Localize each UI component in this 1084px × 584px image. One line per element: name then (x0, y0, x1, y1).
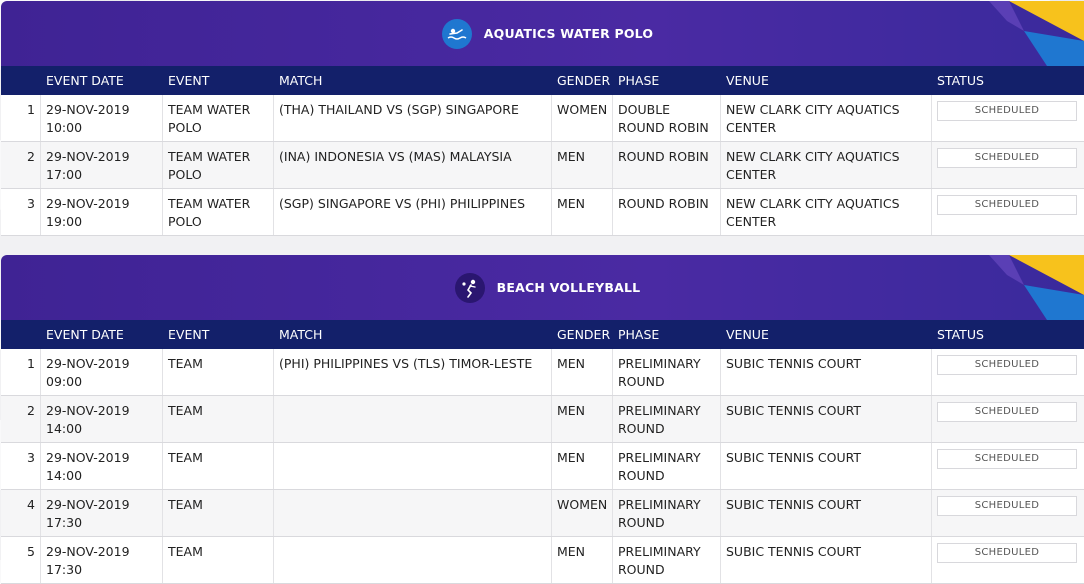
table-row[interactable]: 1 29-NOV-2019 10:00 TEAM WATER POLO (THA… (1, 95, 1084, 142)
event-date: 29-NOV-2019 17:00 (41, 142, 163, 188)
gender: MEN (552, 189, 613, 235)
event-name: TEAM WATER POLO (163, 95, 274, 141)
beach-volleyball-icon (454, 272, 485, 303)
row-number: 2 (1, 142, 41, 188)
event-name: TEAM (163, 349, 274, 395)
match[interactable]: (INA) INDONESIA VS (MAS) MALAYSIA (274, 142, 552, 188)
event-name: TEAM WATER POLO (163, 189, 274, 235)
section-header: BEACH VOLLEYBALL (1, 255, 1084, 320)
row-number: 3 (1, 443, 41, 489)
event-date: 29-NOV-2019 14:00 (41, 396, 163, 442)
status-badge: SCHEDULED (937, 195, 1077, 215)
table-header: EVENT DATE EVENT MATCH GENDER PHASE VENU… (1, 320, 1084, 349)
col-gender[interactable]: GENDER (552, 320, 613, 349)
venue: NEW CLARK CITY AQUATICS CENTER (721, 142, 932, 188)
gender: WOMEN (552, 490, 613, 536)
row-number: 1 (1, 95, 41, 141)
venue: SUBIC TENNIS COURT (721, 396, 932, 442)
venue: NEW CLARK CITY AQUATICS CENTER (721, 189, 932, 235)
col-match[interactable]: MATCH (274, 66, 552, 95)
match[interactable]: (THA) THAILAND VS (SGP) SINGAPORE (274, 95, 552, 141)
col-status[interactable]: STATUS (932, 320, 1084, 349)
row-number: 1 (1, 349, 41, 395)
table-row[interactable]: 2 29-NOV-2019 14:00 TEAM MEN PRELIMINARY… (1, 396, 1084, 443)
event-date: 29-NOV-2019 14:00 (41, 443, 163, 489)
venue: SUBIC TENNIS COURT (721, 490, 932, 536)
col-event-date[interactable]: EVENT DATE (41, 66, 163, 95)
section-aquatics-water-polo: AQUATICS WATER POLO EVENT DATE EVENT MAT… (1, 1, 1084, 236)
table-row[interactable]: 3 29-NOV-2019 14:00 TEAM MEN PRELIMINARY… (1, 443, 1084, 490)
col-phase[interactable]: PHASE (613, 66, 721, 95)
match[interactable] (274, 490, 552, 536)
event-name: TEAM (163, 537, 274, 583)
event-date: 29-NOV-2019 19:00 (41, 189, 163, 235)
status-badge: SCHEDULED (937, 496, 1077, 516)
row-number: 5 (1, 537, 41, 583)
phase: PRELIMINARY ROUND (613, 490, 721, 536)
col-gender[interactable]: GENDER (552, 66, 613, 95)
match[interactable] (274, 443, 552, 489)
phase: PRELIMINARY ROUND (613, 443, 721, 489)
event-name: TEAM (163, 490, 274, 536)
gender: MEN (552, 396, 613, 442)
gender: MEN (552, 443, 613, 489)
table-row[interactable]: 3 29-NOV-2019 19:00 TEAM WATER POLO (SGP… (1, 189, 1084, 236)
row-number: 3 (1, 189, 41, 235)
table-row[interactable]: 4 29-NOV-2019 17:30 TEAM WOMEN PRELIMINA… (1, 490, 1084, 537)
event-date: 29-NOV-2019 09:00 (41, 349, 163, 395)
table-header: EVENT DATE EVENT MATCH GENDER PHASE VENU… (1, 66, 1084, 95)
row-number: 2 (1, 396, 41, 442)
table-row[interactable]: 5 29-NOV-2019 17:30 TEAM MEN PRELIMINARY… (1, 537, 1084, 584)
section-header: AQUATICS WATER POLO (1, 1, 1084, 66)
gender: MEN (552, 537, 613, 583)
phase: PRELIMINARY ROUND (613, 396, 721, 442)
gender: MEN (552, 142, 613, 188)
status-badge: SCHEDULED (937, 355, 1077, 375)
venue: NEW CLARK CITY AQUATICS CENTER (721, 95, 932, 141)
status-badge: SCHEDULED (937, 402, 1077, 422)
col-venue[interactable]: VENUE (721, 66, 932, 95)
status-badge: SCHEDULED (937, 101, 1077, 121)
event-date: 29-NOV-2019 10:00 (41, 95, 163, 141)
gender: MEN (552, 349, 613, 395)
water-polo-icon (441, 18, 472, 49)
event-name: TEAM (163, 396, 274, 442)
section-title: BEACH VOLLEYBALL (496, 280, 641, 295)
row-number: 4 (1, 490, 41, 536)
table-row[interactable]: 2 29-NOV-2019 17:00 TEAM WATER POLO (INA… (1, 142, 1084, 189)
corner-decoration (989, 255, 1084, 320)
section-title: AQUATICS WATER POLO (483, 26, 654, 41)
venue: SUBIC TENNIS COURT (721, 537, 932, 583)
table-row[interactable]: 1 29-NOV-2019 09:00 TEAM (PHI) PHILIPPIN… (1, 349, 1084, 396)
match[interactable]: (SGP) SINGAPORE VS (PHI) PHILIPPINES (274, 189, 552, 235)
phase: ROUND ROBIN (613, 142, 721, 188)
phase: ROUND ROBIN (613, 189, 721, 235)
event-name: TEAM (163, 443, 274, 489)
event-date: 29-NOV-2019 17:30 (41, 537, 163, 583)
col-event[interactable]: EVENT (163, 320, 274, 349)
phase: PRELIMINARY ROUND (613, 537, 721, 583)
phase: DOUBLE ROUND ROBIN (613, 95, 721, 141)
col-phase[interactable]: PHASE (613, 320, 721, 349)
col-event[interactable]: EVENT (163, 66, 274, 95)
match[interactable]: (PHI) PHILIPPINES VS (TLS) TIMOR-LESTE (274, 349, 552, 395)
status-badge: SCHEDULED (937, 449, 1077, 469)
match[interactable] (274, 396, 552, 442)
col-match[interactable]: MATCH (274, 320, 552, 349)
col-status[interactable]: STATUS (932, 66, 1084, 95)
event-name: TEAM WATER POLO (163, 142, 274, 188)
venue: SUBIC TENNIS COURT (721, 349, 932, 395)
status-badge: SCHEDULED (937, 543, 1077, 563)
phase: PRELIMINARY ROUND (613, 349, 721, 395)
match[interactable] (274, 537, 552, 583)
gender: WOMEN (552, 95, 613, 141)
venue: SUBIC TENNIS COURT (721, 443, 932, 489)
section-beach-volleyball: BEACH VOLLEYBALL EVENT DATE EVENT MATCH … (1, 255, 1084, 584)
status-badge: SCHEDULED (937, 148, 1077, 168)
col-venue[interactable]: VENUE (721, 320, 932, 349)
corner-decoration (989, 1, 1084, 66)
event-date: 29-NOV-2019 17:30 (41, 490, 163, 536)
col-event-date[interactable]: EVENT DATE (41, 320, 163, 349)
